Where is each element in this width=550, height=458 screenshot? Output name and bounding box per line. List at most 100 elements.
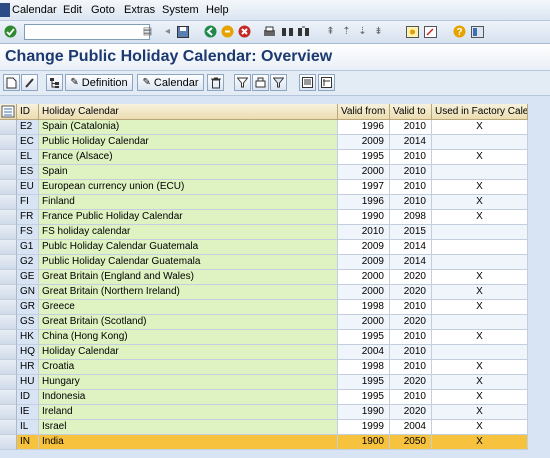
dropdown-icon[interactable]: ◂ — [160, 24, 175, 39]
table-row[interactable]: EC Public Holiday Calendar 2009 2014 — [0, 135, 550, 150]
table-row[interactable]: IL Israel 1999 2004 X — [0, 420, 550, 435]
menu-goto[interactable]: Goto — [91, 4, 115, 16]
table-row[interactable]: HQ Holiday Calendar 2004 2010 — [0, 345, 550, 360]
print-icon[interactable] — [262, 24, 277, 39]
layout-button[interactable] — [318, 74, 335, 91]
delete-button[interactable] — [207, 74, 224, 91]
cell-valid-from: 2009 — [338, 255, 390, 270]
next-page-icon[interactable]: ⇣ — [355, 24, 370, 39]
last-page-icon[interactable]: ⇟ — [371, 24, 386, 39]
cell-holiday-calendar: Indonesia — [39, 390, 338, 405]
table-row[interactable]: GN Great Britain (Northern Ireland) 2000 20… — [0, 285, 550, 300]
table-row[interactable]: G1 Publc Holiday Calendar Guatemala 2009 20… — [0, 240, 550, 255]
row-selector[interactable] — [0, 195, 17, 210]
row-selector[interactable] — [0, 315, 17, 330]
layout-menu-icon[interactable] — [470, 24, 485, 39]
menu-calendar[interactable]: Calendar — [12, 4, 57, 16]
table-row[interactable]: E2 Spain (Catalonia) 1996 2010 X — [0, 120, 550, 135]
table-row[interactable]: FR France Public Holiday Calendar 1990 2098… — [0, 210, 550, 225]
export-button[interactable] — [299, 74, 316, 91]
row-selector[interactable] — [0, 225, 17, 240]
row-selector[interactable] — [0, 240, 17, 255]
previous-page-icon[interactable]: ⇡ — [339, 24, 354, 39]
find-next-icon[interactable] — [296, 24, 311, 39]
row-selector[interactable] — [0, 135, 17, 150]
back-icon[interactable] — [203, 24, 218, 39]
row-selector[interactable] — [0, 375, 17, 390]
table-row[interactable]: EL France (Alsace) 1995 2010 X — [0, 150, 550, 165]
table-row[interactable]: ES Spain 2000 2010 — [0, 165, 550, 180]
cell-used-in-factory-calendar: X — [432, 120, 528, 135]
calendar-icon: ✎ — [142, 77, 151, 88]
row-selector[interactable] — [0, 420, 17, 435]
row-selector[interactable] — [0, 270, 17, 285]
table-row[interactable]: EU European currency union (ECU) 1997 2010 X — [0, 180, 550, 195]
table-row[interactable]: FS FS holiday calendar 2010 2015 — [0, 225, 550, 240]
row-selector[interactable] — [0, 300, 17, 315]
cell-id: HU — [17, 375, 39, 390]
definition-button[interactable]: ✎ Definition — [65, 74, 133, 91]
new-document-icon — [6, 77, 17, 88]
hierarchy-button[interactable] — [46, 74, 63, 91]
table-row[interactable]: FI Finland 1996 2010 X — [0, 195, 550, 210]
row-selector[interactable] — [0, 210, 17, 225]
new-session-icon[interactable] — [405, 24, 420, 39]
menu-help[interactable]: Help — [206, 4, 229, 16]
sort-button[interactable] — [270, 74, 287, 91]
table-row[interactable]: GR Greece 1998 2010 X — [0, 300, 550, 315]
row-selector[interactable] — [0, 180, 17, 195]
table-row[interactable]: IN India 1900 2050 X — [0, 435, 550, 450]
cell-holiday-calendar: FS holiday calendar — [39, 225, 338, 240]
filter-button[interactable] — [234, 74, 251, 91]
exit-icon[interactable] — [220, 24, 235, 39]
row-selector[interactable] — [0, 285, 17, 300]
save-icon[interactable] — [175, 24, 190, 39]
column-header-valid-to[interactable]: Valid to — [390, 104, 432, 120]
row-selector[interactable] — [0, 120, 17, 135]
column-header-holiday-calendar[interactable]: Holiday Calendar — [39, 104, 338, 120]
row-selector[interactable] — [0, 255, 17, 270]
table-row[interactable]: HU Hungary 1995 2020 X — [0, 375, 550, 390]
new-entry-button[interactable] — [3, 74, 20, 91]
cell-valid-to: 2015 — [390, 225, 432, 240]
shortcut-icon[interactable] — [423, 24, 438, 39]
select-all-icon[interactable] — [0, 104, 17, 120]
column-header-valid-from[interactable]: Valid from — [338, 104, 390, 120]
menu-extras[interactable]: Extras — [124, 4, 155, 16]
menu-edit[interactable]: Edit — [63, 4, 82, 16]
cell-used-in-factory-calendar — [432, 240, 528, 255]
cancel-icon[interactable] — [237, 24, 252, 39]
cell-valid-to: 2020 — [390, 285, 432, 300]
row-selector[interactable] — [0, 150, 17, 165]
menu-system[interactable]: System — [162, 4, 199, 16]
row-selector[interactable] — [0, 165, 17, 180]
history-icon[interactable]: ▤ — [140, 24, 155, 39]
table-row[interactable]: IE Ireland 1990 2020 X — [0, 405, 550, 420]
row-selector[interactable] — [0, 435, 17, 450]
table-row[interactable]: G2 Public Holiday Calendar Guatemala 2009 2… — [0, 255, 550, 270]
row-selector[interactable] — [0, 345, 17, 360]
table-row[interactable]: GS Great Britain (Scotland) 2000 2020 — [0, 315, 550, 330]
table-row[interactable]: HR Croatia 1998 2010 X — [0, 360, 550, 375]
table-row[interactable]: ID Indonesia 1995 2010 X — [0, 390, 550, 405]
print-list-button[interactable] — [252, 74, 269, 91]
cell-valid-from: 1990 — [338, 210, 390, 225]
cell-id: FI — [17, 195, 39, 210]
cell-used-in-factory-calendar — [432, 315, 528, 330]
cell-holiday-calendar: Great Britain (Scotland) — [39, 315, 338, 330]
find-icon[interactable] — [280, 24, 295, 39]
row-selector[interactable] — [0, 330, 17, 345]
help-icon[interactable]: ? — [452, 24, 467, 39]
row-selector[interactable] — [0, 360, 17, 375]
command-field[interactable] — [24, 24, 150, 40]
calendar-button[interactable]: ✎ Calendar — [137, 74, 204, 91]
first-page-icon[interactable]: ⇞ — [323, 24, 338, 39]
column-header-id[interactable]: ID — [17, 104, 39, 120]
row-selector[interactable] — [0, 405, 17, 420]
row-selector[interactable] — [0, 390, 17, 405]
enter-check-icon[interactable] — [3, 24, 18, 39]
table-row[interactable]: HK China (Hong Kong) 1995 2010 X — [0, 330, 550, 345]
table-row[interactable]: GE Great Britain (England and Wales) 2000 2… — [0, 270, 550, 285]
edit-button[interactable] — [21, 74, 38, 91]
column-header-used-in-factory-calendar[interactable]: Used in Factory Cale — [432, 104, 528, 120]
